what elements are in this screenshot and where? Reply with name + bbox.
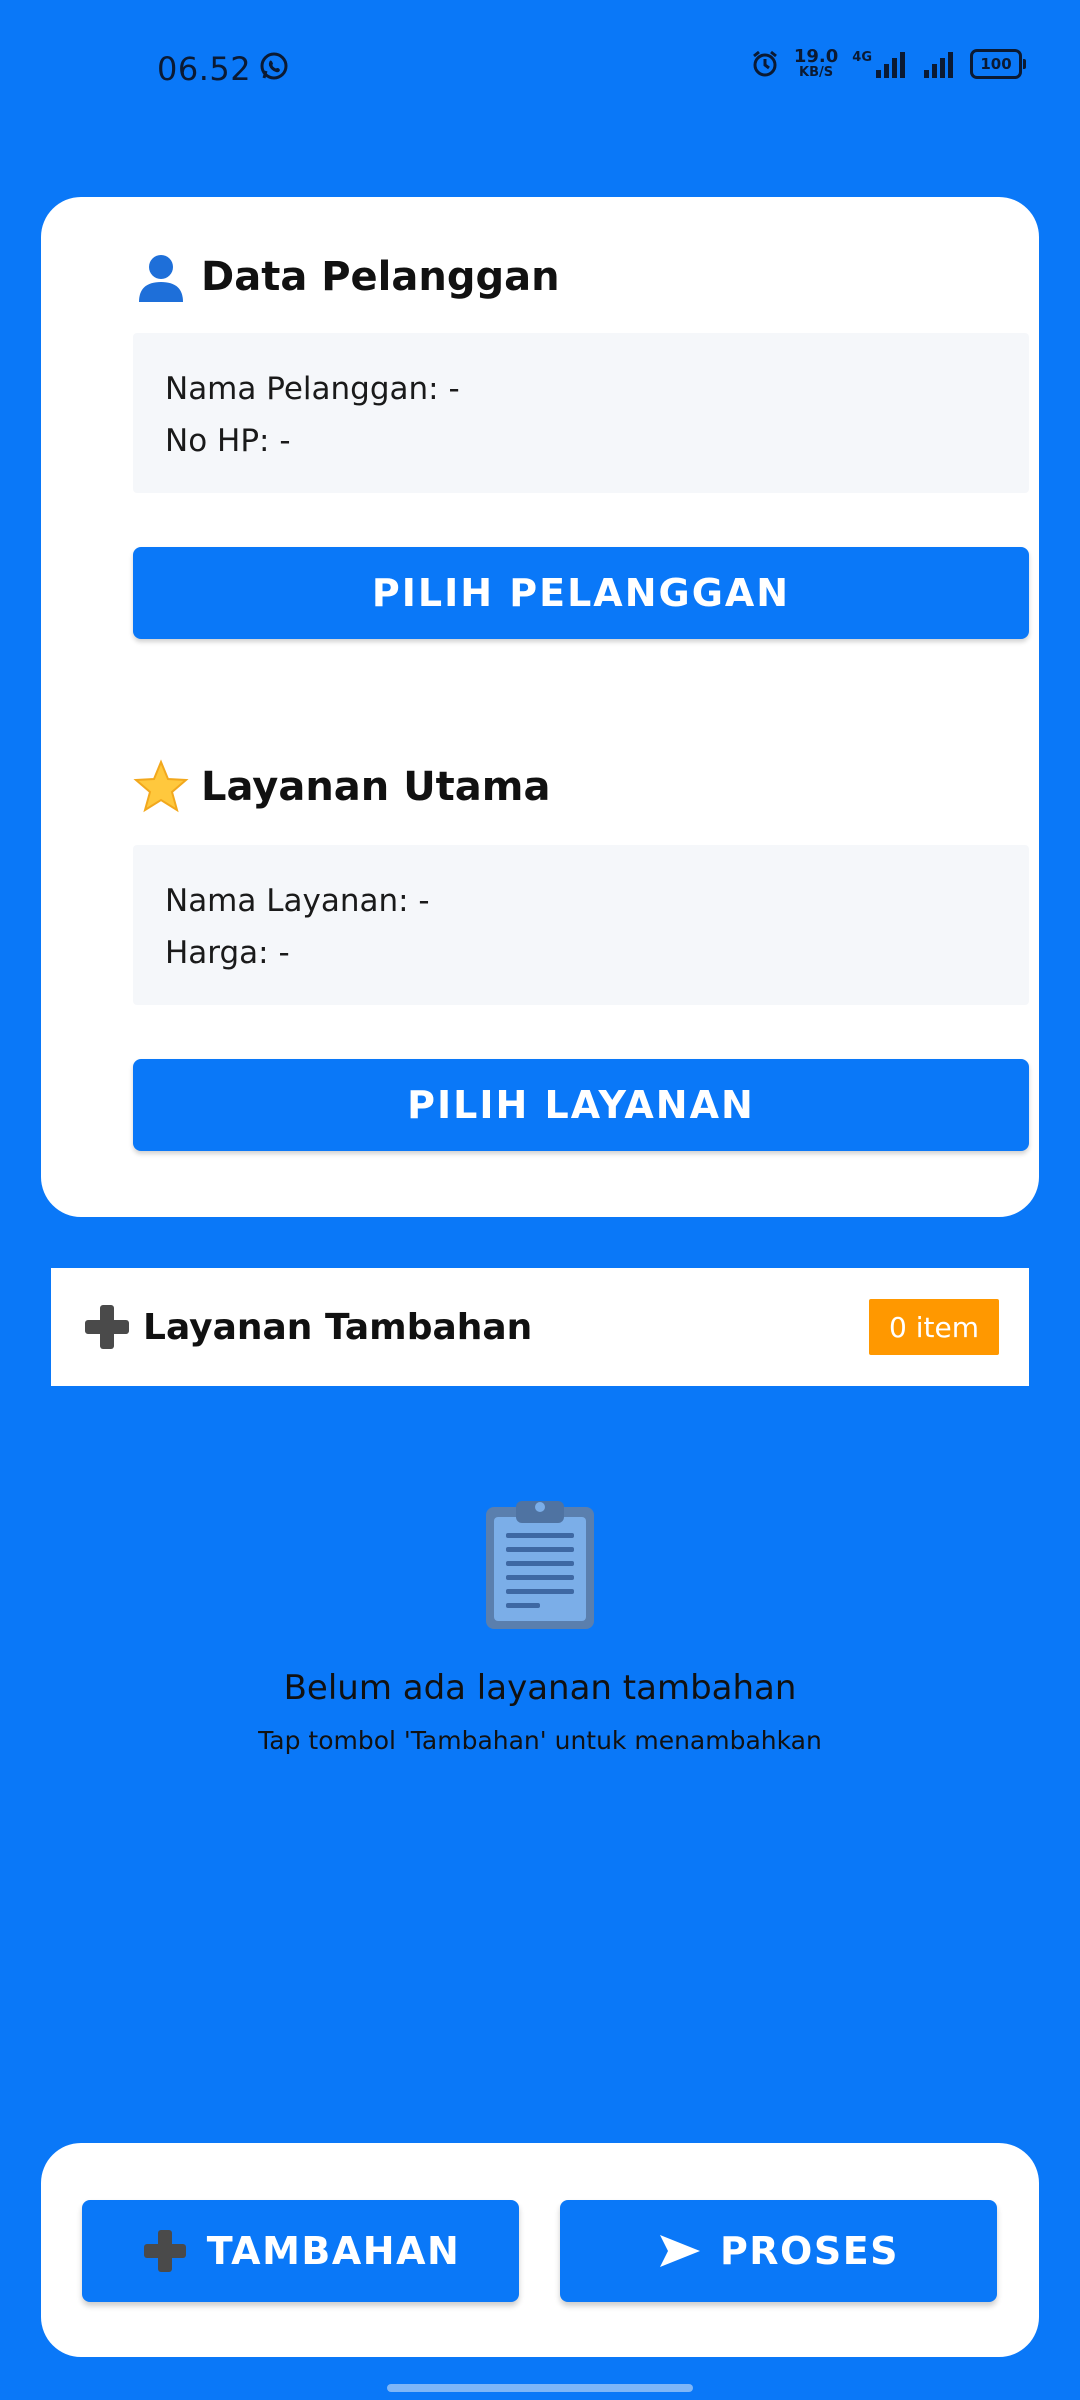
send-arrow-icon <box>659 2235 700 2267</box>
network-speed-value: 19.0 <box>793 46 839 67</box>
status-bar: 06.52 19.0 KB/S 4G 100 <box>0 0 1080 140</box>
customer-name: Nama Pelanggan: - <box>165 371 460 407</box>
customer-phone: No HP: - <box>165 423 291 459</box>
select-service-button[interactable]: PILIH LAYANAN <box>133 1059 1029 1151</box>
extra-services-header: Layanan Tambahan 0 item <box>51 1268 1029 1386</box>
signal-icon-2 <box>924 51 953 78</box>
signal-4g: 4G <box>852 50 908 78</box>
plus-icon <box>141 2227 189 2275</box>
whatsapp-icon <box>260 52 288 80</box>
star-icon <box>133 759 189 815</box>
network-type: 4G <box>852 49 872 65</box>
empty-state-title: Belum ada layanan tambahan <box>283 1668 797 1708</box>
add-extra-label: TAMBAHAN <box>206 2229 461 2273</box>
main-service-section-label: Layanan Utama <box>201 764 551 810</box>
empty-state-subtitle: Tap tombol 'Tambahan' untuk menambahkan <box>258 1726 822 1755</box>
extra-services-count-badge: 0 item <box>869 1299 999 1355</box>
main-service-section-title: Layanan Utama <box>133 759 550 815</box>
signal-icon <box>876 51 905 78</box>
alarm-icon <box>752 50 777 76</box>
order-form-card: Data Pelanggan Nama Pelanggan: - No HP: … <box>41 197 1039 1217</box>
process-label: PROSES <box>719 2229 900 2273</box>
clipboard-icon <box>486 1501 594 1629</box>
status-time: 06.52 <box>157 50 252 88</box>
process-button[interactable]: PROSES <box>560 2200 997 2302</box>
network-speed: 19.0 KB/S <box>793 46 839 80</box>
bottom-action-bar: TAMBAHAN PROSES <box>41 2143 1039 2357</box>
customer-section-title: Data Pelanggan <box>133 249 560 305</box>
service-name: Nama Layanan: - <box>165 883 430 919</box>
home-indicator[interactable] <box>387 2384 693 2392</box>
service-price: Harga: - <box>165 935 290 971</box>
select-customer-button[interactable]: PILIH PELANGGAN <box>133 547 1029 639</box>
plus-icon <box>81 1301 133 1353</box>
extra-services-label: Layanan Tambahan <box>143 1306 533 1348</box>
customer-info-box: Nama Pelanggan: - No HP: - <box>133 333 1029 493</box>
extra-services-title: Layanan Tambahan <box>81 1301 532 1353</box>
battery-level: 100 <box>980 54 1012 73</box>
add-extra-button[interactable]: TAMBAHAN <box>82 2200 519 2302</box>
user-icon <box>133 249 189 305</box>
main-service-info-box: Nama Layanan: - Harga: - <box>133 845 1029 1005</box>
status-indicators: 19.0 KB/S 4G 100 <box>750 46 1026 80</box>
network-speed-unit: KB/S <box>799 65 834 80</box>
battery-icon: 100 <box>970 48 1026 79</box>
customer-section-label: Data Pelanggan <box>201 254 560 300</box>
